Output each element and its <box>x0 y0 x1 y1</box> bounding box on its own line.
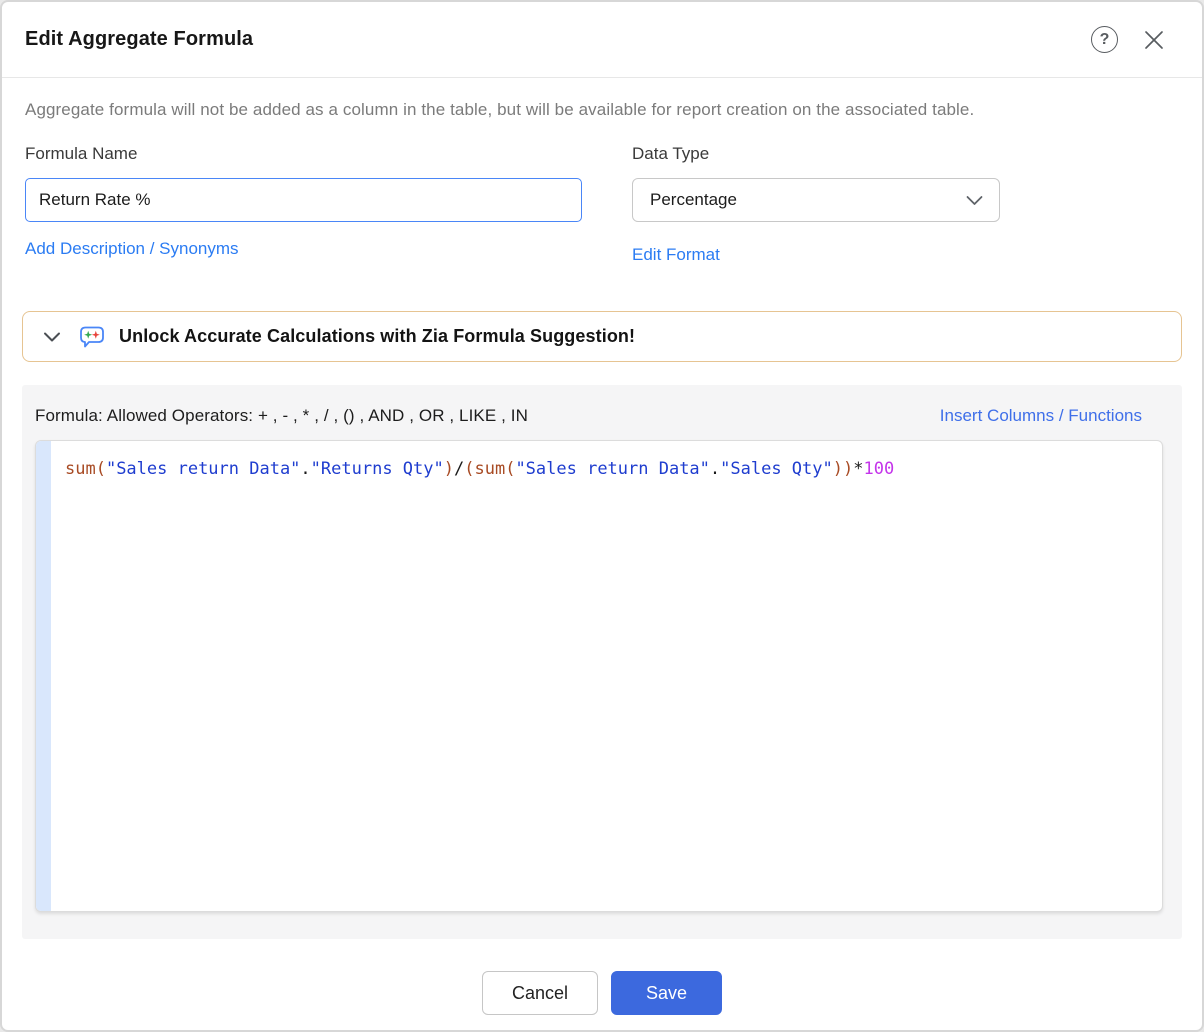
formula-section: Formula: Allowed Operators: + , - , * , … <box>22 385 1182 939</box>
cancel-button[interactable]: Cancel <box>481 971 598 1015</box>
data-type-field-group: Data Type Percentage Edit Format <box>632 144 1000 265</box>
dialog-description: Aggregate formula will not be added as a… <box>25 100 975 119</box>
save-button[interactable]: Save <box>611 971 723 1015</box>
data-type-selected-value: Percentage <box>650 190 737 209</box>
close-icon[interactable] <box>1142 28 1166 52</box>
data-type-label: Data Type <box>632 144 710 163</box>
allowed-operators-label: Formula: Allowed Operators: + , - , * , … <box>35 406 528 425</box>
zia-sparkles-icon <box>80 326 104 347</box>
formula-name-field-group: Formula Name Add Description / Synonyms <box>25 144 585 265</box>
edit-format-link[interactable]: Edit Format <box>632 245 720 265</box>
data-type-select[interactable]: Percentage <box>632 178 1000 222</box>
question-mark-glyph: ? <box>1091 26 1118 53</box>
insert-columns-functions-link[interactable]: Insert Columns / Functions <box>940 406 1142 426</box>
dialog-body: Aggregate formula will not be added as a… <box>2 100 1202 1015</box>
formula-name-label: Formula Name <box>25 144 138 163</box>
edit-aggregate-formula-dialog: Edit Aggregate Formula ? Aggregate formu… <box>0 0 1204 1032</box>
chevron-down-icon <box>966 195 983 205</box>
formula-panel-header: Formula: Allowed Operators: + , - , * , … <box>22 385 1182 426</box>
add-description-synonyms-link[interactable]: Add Description / Synonyms <box>25 239 239 259</box>
page-title: Edit Aggregate Formula <box>25 28 254 50</box>
header-icons: ? <box>1091 26 1166 53</box>
chevron-down-icon <box>44 332 60 341</box>
formula-code[interactable]: sum("Sales return Data"."Returns Qty")/(… <box>51 441 904 911</box>
dialog-header: Edit Aggregate Formula ? <box>2 2 1202 78</box>
zia-suggestion-banner[interactable]: Unlock Accurate Calculations with Zia Fo… <box>22 311 1182 362</box>
form-row: Formula Name Add Description / Synonyms … <box>22 144 1182 265</box>
x-glyph <box>1145 30 1163 49</box>
zia-banner-text: Unlock Accurate Calculations with Zia Fo… <box>119 326 636 346</box>
help-icon[interactable]: ? <box>1091 26 1118 53</box>
formula-editor[interactable]: sum("Sales return Data"."Returns Qty")/(… <box>35 440 1163 912</box>
formula-name-input[interactable] <box>25 178 582 222</box>
editor-gutter <box>36 441 51 911</box>
dialog-footer: Cancel Save <box>22 971 1182 1015</box>
